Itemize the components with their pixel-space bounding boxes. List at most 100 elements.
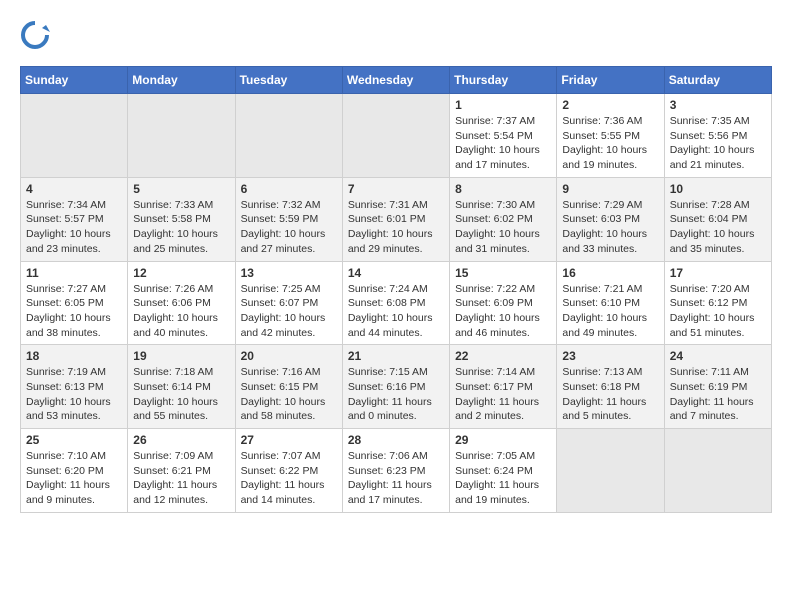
day-info: Sunrise: 7:25 AMSunset: 6:07 PMDaylight:… <box>241 282 337 341</box>
day-number: 8 <box>455 182 551 196</box>
calendar-cell: 4 Sunrise: 7:34 AMSunset: 5:57 PMDaylight… <box>21 177 128 261</box>
calendar-cell: 28 Sunrise: 7:06 AMSunset: 6:23 PMDayligh… <box>342 429 449 513</box>
day-number: 9 <box>562 182 658 196</box>
day-info: Sunrise: 7:13 AMSunset: 6:18 PMDaylight:… <box>562 365 658 424</box>
day-info: Sunrise: 7:11 AMSunset: 6:19 PMDaylight:… <box>670 365 766 424</box>
header-day-monday: Monday <box>128 67 235 94</box>
calendar-cell: 9 Sunrise: 7:29 AMSunset: 6:03 PMDaylight… <box>557 177 664 261</box>
calendar-cell: 13 Sunrise: 7:25 AMSunset: 6:07 PMDayligh… <box>235 261 342 345</box>
page-header <box>20 20 772 50</box>
day-info: Sunrise: 7:24 AMSunset: 6:08 PMDaylight:… <box>348 282 444 341</box>
calendar-header: SundayMondayTuesdayWednesdayThursdayFrid… <box>21 67 772 94</box>
header-day-saturday: Saturday <box>664 67 771 94</box>
calendar-cell: 21Sunrise: 7:15 AMSunset: 6:16 PMDayligh… <box>342 345 449 429</box>
day-info: Sunrise: 7:07 AMSunset: 6:22 PMDaylight:… <box>241 449 337 508</box>
calendar-cell: 29 Sunrise: 7:05 AMSunset: 6:24 PMDayligh… <box>450 429 557 513</box>
day-info: Sunrise: 7:36 AMSunset: 5:55 PMDaylight:… <box>562 114 658 173</box>
day-info: Sunrise: 7:33 AMSunset: 5:58 PMDaylight:… <box>133 198 229 257</box>
week-row-3: 11 Sunrise: 7:27 AMSunset: 6:05 PMDayligh… <box>21 261 772 345</box>
day-info: Sunrise: 7:32 AMSunset: 5:59 PMDaylight:… <box>241 198 337 257</box>
day-info: Sunrise: 7:06 AMSunset: 6:23 PMDaylight:… <box>348 449 444 508</box>
day-info: Sunrise: 7:20 AMSunset: 6:12 PMDaylight:… <box>670 282 766 341</box>
day-number: 13 <box>241 266 337 280</box>
header-day-friday: Friday <box>557 67 664 94</box>
calendar-cell <box>235 94 342 178</box>
day-number: 23 <box>562 349 658 363</box>
day-info: Sunrise: 7:09 AMSunset: 6:21 PMDaylight:… <box>133 449 229 508</box>
calendar-cell: 12 Sunrise: 7:26 AMSunset: 6:06 PMDayligh… <box>128 261 235 345</box>
header-row: SundayMondayTuesdayWednesdayThursdayFrid… <box>21 67 772 94</box>
calendar-cell <box>128 94 235 178</box>
header-day-thursday: Thursday <box>450 67 557 94</box>
day-number: 27 <box>241 433 337 447</box>
day-number: 28 <box>348 433 444 447</box>
day-number: 6 <box>241 182 337 196</box>
day-number: 16 <box>562 266 658 280</box>
calendar-cell <box>557 429 664 513</box>
week-row-4: 18 Sunrise: 7:19 AMSunset: 6:13 PMDayligh… <box>21 345 772 429</box>
day-number: 4 <box>26 182 122 196</box>
calendar-cell: 17 Sunrise: 7:20 AMSunset: 6:12 PMDayligh… <box>664 261 771 345</box>
calendar-cell: 5 Sunrise: 7:33 AMSunset: 5:58 PMDaylight… <box>128 177 235 261</box>
calendar-cell <box>21 94 128 178</box>
calendar-cell: 20 Sunrise: 7:16 AMSunset: 6:15 PMDayligh… <box>235 345 342 429</box>
calendar-cell: 14Sunrise: 7:24 AMSunset: 6:08 PMDayligh… <box>342 261 449 345</box>
calendar-cell <box>664 429 771 513</box>
day-number: 19 <box>133 349 229 363</box>
calendar-cell: 3 Sunrise: 7:35 AMSunset: 5:56 PMDaylight… <box>664 94 771 178</box>
day-number: 24 <box>670 349 766 363</box>
day-number: 21 <box>348 349 444 363</box>
day-info: Sunrise: 7:05 AMSunset: 6:24 PMDaylight:… <box>455 449 551 508</box>
calendar-cell: 16 Sunrise: 7:21 AMSunset: 6:10 PMDayligh… <box>557 261 664 345</box>
logo-icon <box>20 20 50 50</box>
calendar-cell: 15Sunrise: 7:22 AMSunset: 6:09 PMDayligh… <box>450 261 557 345</box>
day-info: Sunrise: 7:16 AMSunset: 6:15 PMDaylight:… <box>241 365 337 424</box>
calendar-cell: 7Sunrise: 7:31 AMSunset: 6:01 PMDaylight… <box>342 177 449 261</box>
day-number: 5 <box>133 182 229 196</box>
calendar-cell: 19 Sunrise: 7:18 AMSunset: 6:14 PMDayligh… <box>128 345 235 429</box>
day-number: 22 <box>455 349 551 363</box>
day-number: 29 <box>455 433 551 447</box>
calendar-table: SundayMondayTuesdayWednesdayThursdayFrid… <box>20 66 772 513</box>
calendar-cell: 6 Sunrise: 7:32 AMSunset: 5:59 PMDaylight… <box>235 177 342 261</box>
day-info: Sunrise: 7:10 AMSunset: 6:20 PMDaylight:… <box>26 449 122 508</box>
day-info: Sunrise: 7:34 AMSunset: 5:57 PMDaylight:… <box>26 198 122 257</box>
day-number: 3 <box>670 98 766 112</box>
header-day-wednesday: Wednesday <box>342 67 449 94</box>
day-info: Sunrise: 7:14 AMSunset: 6:17 PMDaylight:… <box>455 365 551 424</box>
day-number: 18 <box>26 349 122 363</box>
day-info: Sunrise: 7:21 AMSunset: 6:10 PMDaylight:… <box>562 282 658 341</box>
day-info: Sunrise: 7:18 AMSunset: 6:14 PMDaylight:… <box>133 365 229 424</box>
header-day-sunday: Sunday <box>21 67 128 94</box>
header-day-tuesday: Tuesday <box>235 67 342 94</box>
day-info: Sunrise: 7:35 AMSunset: 5:56 PMDaylight:… <box>670 114 766 173</box>
calendar-cell: 11 Sunrise: 7:27 AMSunset: 6:05 PMDayligh… <box>21 261 128 345</box>
day-info: Sunrise: 7:27 AMSunset: 6:05 PMDaylight:… <box>26 282 122 341</box>
day-info: Sunrise: 7:26 AMSunset: 6:06 PMDaylight:… <box>133 282 229 341</box>
day-number: 12 <box>133 266 229 280</box>
calendar-cell: 27 Sunrise: 7:07 AMSunset: 6:22 PMDayligh… <box>235 429 342 513</box>
day-info: Sunrise: 7:29 AMSunset: 6:03 PMDaylight:… <box>562 198 658 257</box>
calendar-cell: 24 Sunrise: 7:11 AMSunset: 6:19 PMDayligh… <box>664 345 771 429</box>
calendar-cell: 8 Sunrise: 7:30 AMSunset: 6:02 PMDaylight… <box>450 177 557 261</box>
calendar-cell: 1Sunrise: 7:37 AMSunset: 5:54 PMDaylight… <box>450 94 557 178</box>
day-number: 1 <box>455 98 551 112</box>
day-number: 17 <box>670 266 766 280</box>
day-number: 7 <box>348 182 444 196</box>
calendar-cell: 18 Sunrise: 7:19 AMSunset: 6:13 PMDayligh… <box>21 345 128 429</box>
calendar-cell <box>342 94 449 178</box>
day-info: Sunrise: 7:28 AMSunset: 6:04 PMDaylight:… <box>670 198 766 257</box>
day-info: Sunrise: 7:30 AMSunset: 6:02 PMDaylight:… <box>455 198 551 257</box>
week-row-1: 1Sunrise: 7:37 AMSunset: 5:54 PMDaylight… <box>21 94 772 178</box>
day-number: 2 <box>562 98 658 112</box>
calendar-cell: 10 Sunrise: 7:28 AMSunset: 6:04 PMDayligh… <box>664 177 771 261</box>
week-row-5: 25 Sunrise: 7:10 AMSunset: 6:20 PMDayligh… <box>21 429 772 513</box>
day-number: 20 <box>241 349 337 363</box>
day-number: 26 <box>133 433 229 447</box>
day-number: 11 <box>26 266 122 280</box>
calendar-cell: 26 Sunrise: 7:09 AMSunset: 6:21 PMDayligh… <box>128 429 235 513</box>
calendar-cell: 23 Sunrise: 7:13 AMSunset: 6:18 PMDayligh… <box>557 345 664 429</box>
day-info: Sunrise: 7:19 AMSunset: 6:13 PMDaylight:… <box>26 365 122 424</box>
day-number: 10 <box>670 182 766 196</box>
day-number: 25 <box>26 433 122 447</box>
